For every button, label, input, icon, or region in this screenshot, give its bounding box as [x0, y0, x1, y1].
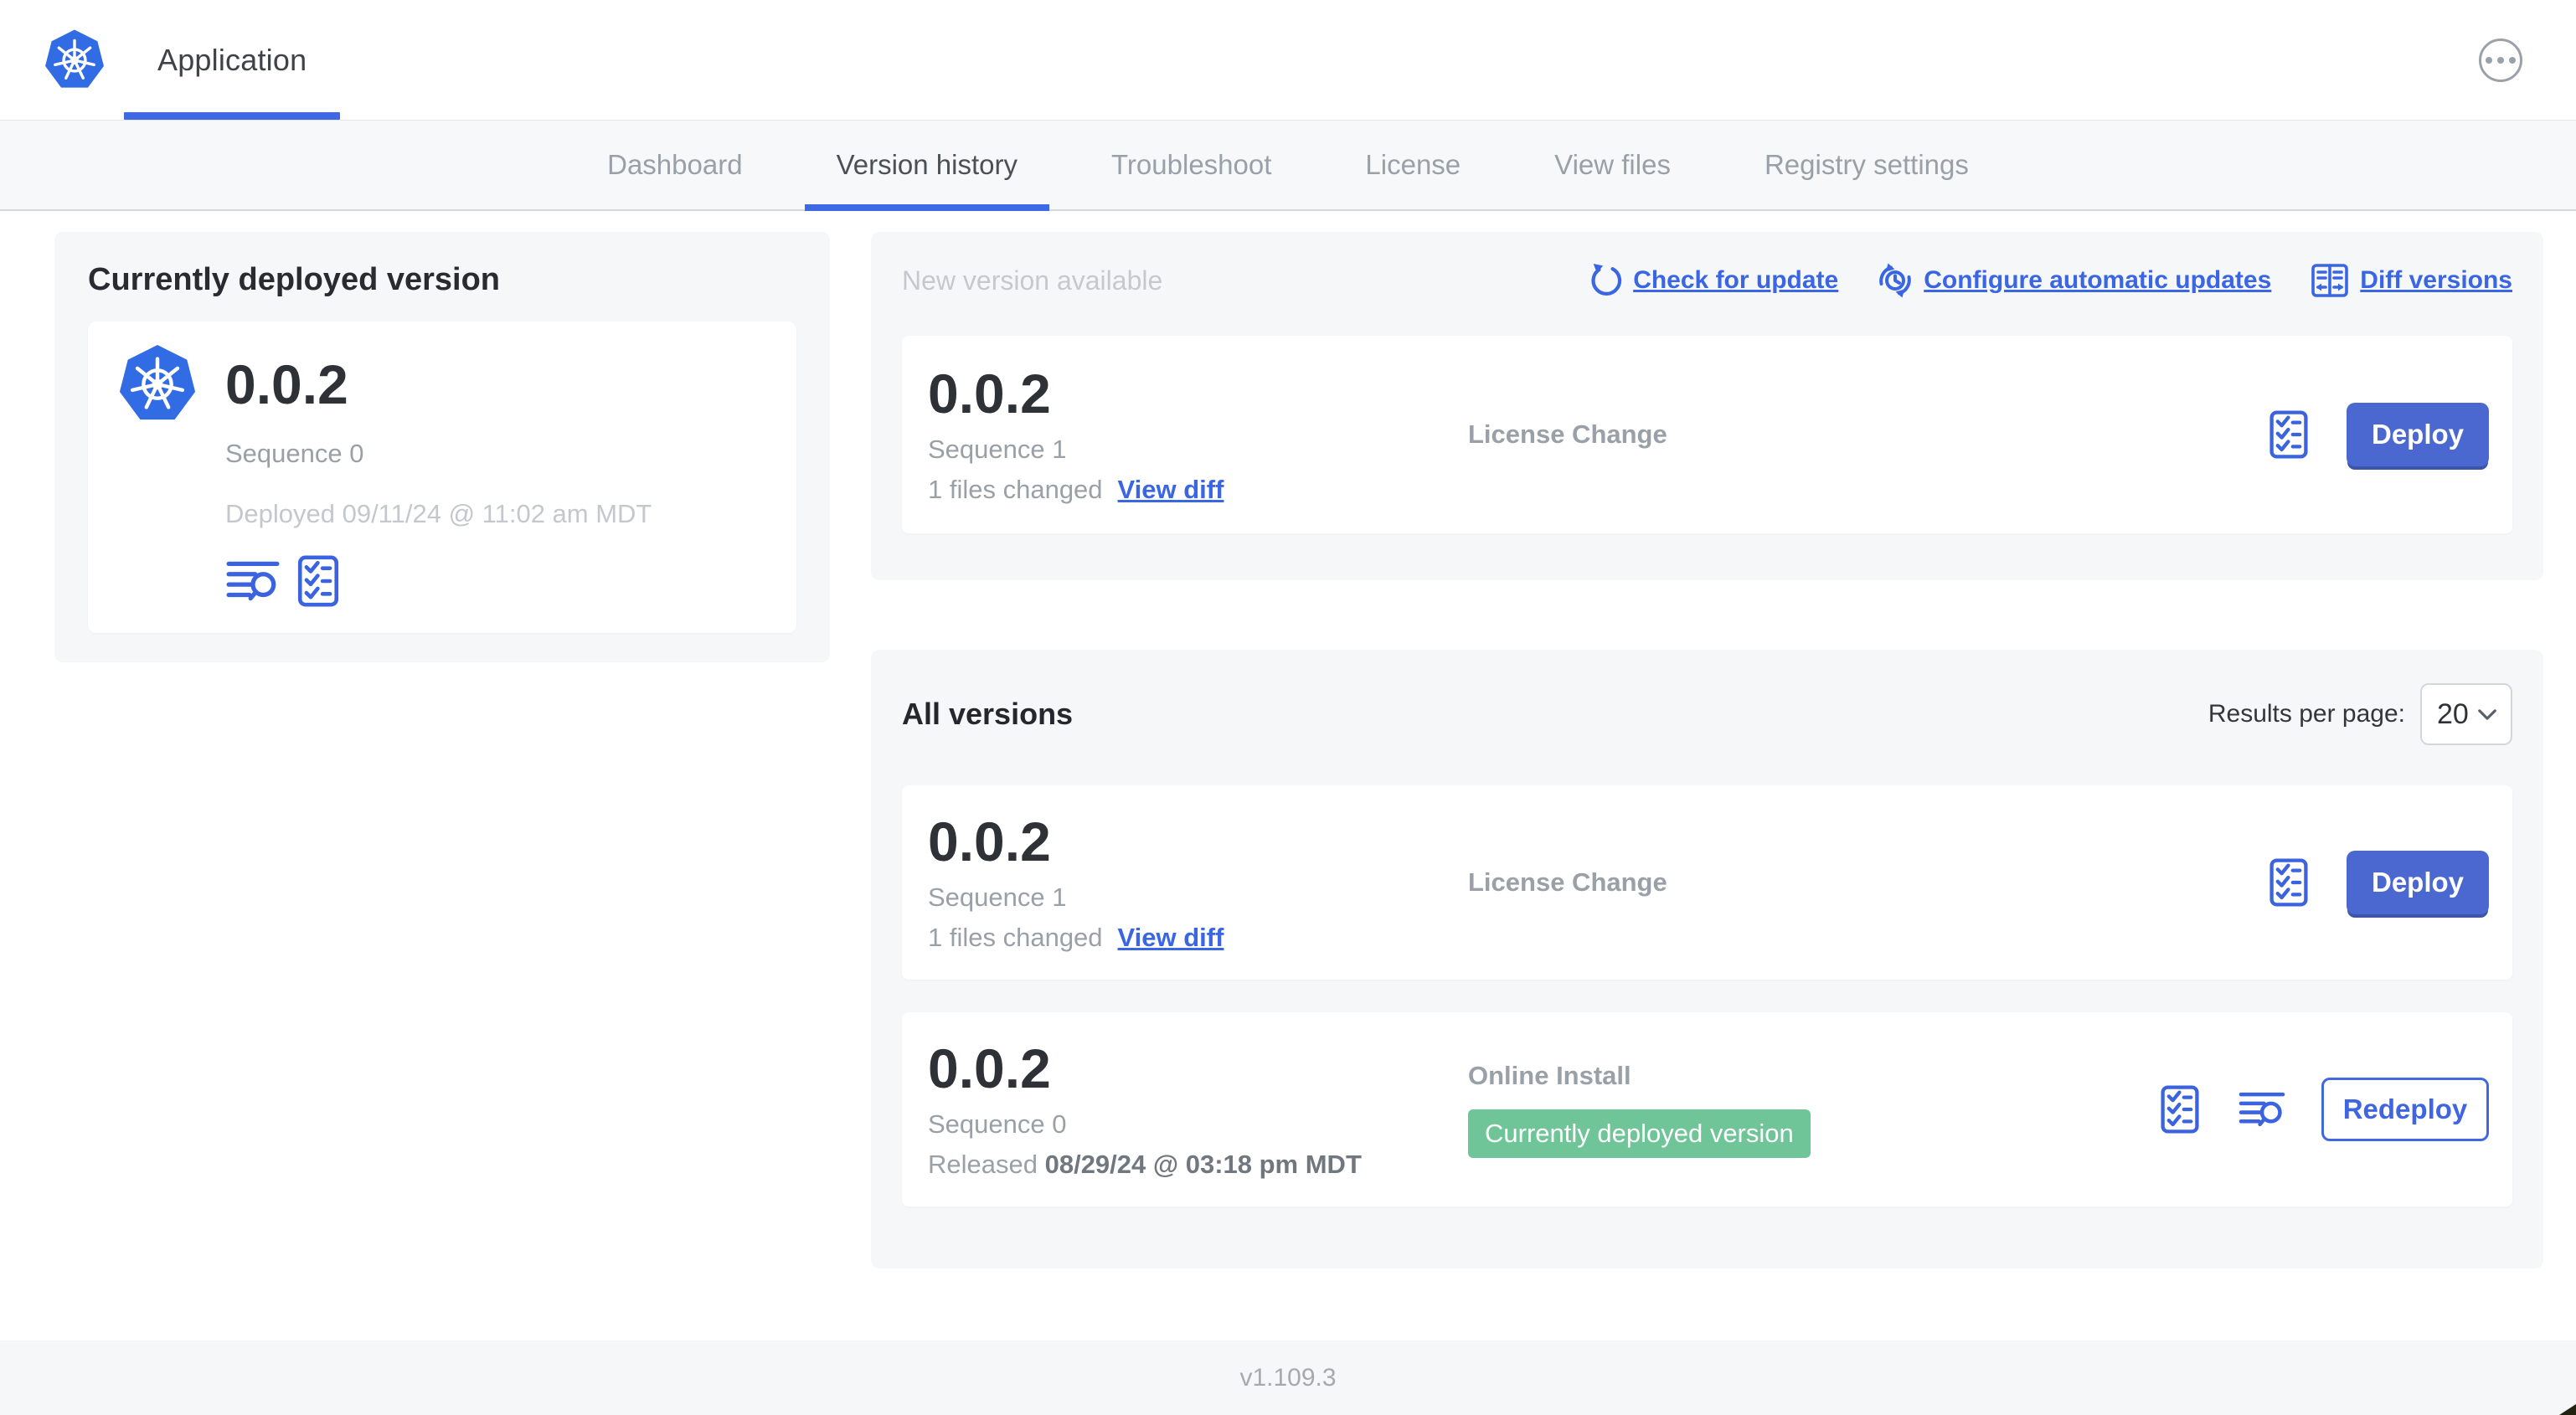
- version-sequence: Sequence 1: [928, 435, 1067, 464]
- diff-icon: [2311, 264, 2349, 297]
- new-version-card: 0.0.2 Sequence 1 1 files changed View di…: [902, 336, 2512, 533]
- preflight-checklist-icon[interactable]: [2266, 409, 2311, 460]
- nav-tabbar: Dashboard Version history Troubleshoot L…: [0, 120, 2576, 211]
- files-changed-text: 1 files changed: [928, 923, 1103, 952]
- app-header: Application: [0, 0, 2576, 120]
- view-diff-link[interactable]: View diff: [1118, 923, 1224, 953]
- version-number: 0.0.2: [928, 810, 1051, 872]
- version-row: 0.0.2 Sequence 1 1 files changed View di…: [902, 785, 2512, 980]
- deployed-panel-title: Currently deployed version: [88, 262, 501, 297]
- results-per-page-label: Results per page:: [2208, 700, 2405, 728]
- check-for-update-link[interactable]: Check for update: [1588, 263, 1838, 298]
- tab-dashboard[interactable]: Dashboard: [575, 121, 774, 209]
- tab-license[interactable]: License: [1333, 121, 1492, 209]
- tab-view-files[interactable]: View files: [1522, 121, 1703, 209]
- app-tab-application[interactable]: Application: [124, 0, 341, 120]
- main-content: Currently deployed version 0.0.2 Sequenc…: [0, 211, 2576, 1340]
- version-sequence: Sequence 1: [928, 882, 1067, 912]
- view-diff-link[interactable]: View diff: [1118, 475, 1224, 505]
- right-column: New version available Check for update C…: [871, 232, 2543, 1268]
- deployed-timestamp: Deployed 09/11/24 @ 11:02 am MDT: [225, 499, 652, 528]
- view-logs-icon[interactable]: [225, 557, 281, 605]
- ellipsis-icon: [2486, 56, 2492, 64]
- version-source-label: Online Install: [1468, 1061, 1631, 1090]
- new-version-title: New version available: [902, 265, 1163, 296]
- new-version-section: New version available Check for update C…: [871, 232, 2543, 580]
- version-number: 0.0.2: [928, 1037, 1051, 1099]
- app-icon-kubernetes: [116, 343, 198, 425]
- results-per-page-select[interactable]: 20: [2420, 683, 2512, 745]
- deploy-button[interactable]: Deploy: [2347, 403, 2489, 466]
- tab-troubleshoot[interactable]: Troubleshoot: [1079, 121, 1303, 209]
- schedule-update-icon: [1879, 262, 1912, 299]
- deployed-sequence: Sequence 0: [225, 439, 364, 468]
- diff-versions-link[interactable]: Diff versions: [2310, 262, 2512, 299]
- version-row: 0.0.2 Sequence 0 Released 08/29/24 @ 03:…: [902, 1012, 2512, 1207]
- redeploy-button[interactable]: Redeploy: [2321, 1078, 2489, 1141]
- released-timestamp: Released 08/29/24 @ 03:18 pm MDT: [928, 1150, 1362, 1179]
- app-footer: v1.109.3: [0, 1340, 2576, 1415]
- all-versions-section: All versions Results per page: 20 0.0.2 …: [871, 650, 2543, 1268]
- overflow-menu-button[interactable]: [2479, 38, 2522, 82]
- version-number: 0.0.2: [928, 363, 1051, 424]
- chevron-down-icon: [2478, 708, 2496, 720]
- deploy-button[interactable]: Deploy: [2347, 851, 2489, 914]
- files-changed-text: 1 files changed: [928, 475, 1103, 504]
- tab-registry-settings[interactable]: Registry settings: [1733, 121, 2001, 209]
- version-source-label: License Change: [1468, 867, 1667, 897]
- version-sequence: Sequence 0: [928, 1109, 1067, 1139]
- version-source-label: License Change: [1468, 419, 1667, 449]
- view-logs-icon[interactable]: [2238, 1088, 2286, 1130]
- preflight-checklist-icon[interactable]: [2266, 857, 2311, 908]
- kubernetes-logo: [39, 28, 111, 92]
- deployed-version-card: 0.0.2 Sequence 0 Deployed 09/11/24 @ 11:…: [88, 322, 796, 633]
- currently-deployed-panel: Currently deployed version 0.0.2 Sequenc…: [54, 232, 830, 662]
- tab-version-history[interactable]: Version history: [804, 121, 1050, 211]
- all-versions-title: All versions: [902, 697, 1074, 731]
- configure-automatic-updates-link[interactable]: Configure automatic updates: [1877, 262, 2271, 299]
- deployed-version-number: 0.0.2: [225, 353, 348, 415]
- preflight-checklist-icon[interactable]: [2157, 1084, 2202, 1135]
- preflight-checklist-icon[interactable]: [296, 554, 341, 608]
- app-tab-label: Application: [157, 42, 307, 77]
- currently-deployed-badge: Currently deployed version: [1468, 1109, 1811, 1158]
- console-version: v1.109.3: [1239, 1363, 1337, 1392]
- refresh-icon: [1588, 263, 1623, 298]
